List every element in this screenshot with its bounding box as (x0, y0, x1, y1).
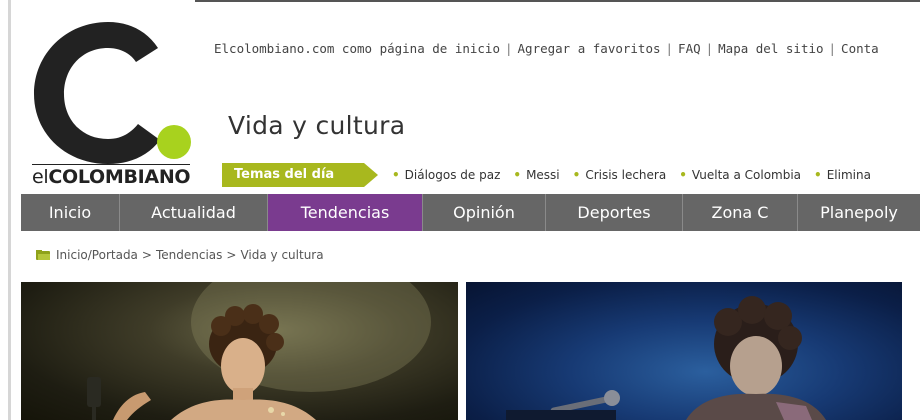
tema-label: Diálogos de paz (404, 168, 501, 182)
top-divider (195, 0, 920, 2)
temas-label: Temas del día (222, 163, 364, 187)
logo-word-thin: el (32, 166, 49, 188)
utility-links: Elcolombiano.com como página de inicio | A… (214, 40, 920, 58)
link-homepage[interactable]: Elcolombiano.com como página de inicio (214, 41, 500, 56)
tema-label: Elimina (826, 168, 871, 182)
breadcrumb-item-tendencias[interactable]: Tendencias (156, 248, 222, 262)
link-separator: | (665, 41, 674, 56)
breadcrumb-item-current: Vida y cultura (240, 248, 324, 262)
breadcrumb-item-home[interactable]: Inicio/Portada (56, 248, 138, 262)
link-separator: | (705, 41, 714, 56)
dancer-image-icon (87, 282, 431, 420)
folder-icon (36, 250, 50, 260)
tema-item[interactable]: • Diálogos de paz (392, 168, 500, 182)
tema-label: Messi (526, 168, 560, 182)
bullet-icon: • (814, 168, 822, 182)
temas-arrow-icon (364, 163, 378, 187)
tema-label: Vuelta a Colombia (691, 168, 802, 182)
link-faq[interactable]: FAQ (678, 41, 701, 56)
tema-item[interactable]: • Crisis lechera (573, 168, 667, 182)
nav-item-actualidad[interactable]: Actualidad (120, 194, 268, 231)
tema-item[interactable]: • Elimina (814, 168, 871, 182)
photo-singer[interactable] (466, 282, 902, 420)
bullet-icon: • (392, 168, 400, 182)
nav-item-deportes[interactable]: Deportes (546, 194, 683, 231)
photo-dancer[interactable] (21, 282, 458, 420)
nav-item-inicio[interactable]: Inicio (21, 194, 120, 231)
bullet-icon: • (572, 168, 581, 182)
left-border (8, 0, 11, 420)
bullet-icon: • (679, 168, 687, 182)
site-logo[interactable] (30, 18, 195, 188)
logo-wordmark[interactable]: elCOLOMBIANO (32, 166, 191, 188)
breadcrumb-separator: > (226, 248, 237, 262)
link-separator: | (828, 41, 837, 56)
link-separator: | (504, 41, 513, 56)
singer-image-icon (506, 296, 826, 420)
nav-item-zona-c[interactable]: Zona C (683, 194, 798, 231)
nav-item-tendencias[interactable]: Tendencias (268, 194, 423, 231)
nav-item-planepoly[interactable]: Planepoly (798, 194, 920, 231)
breadcrumb-separator: > (141, 248, 152, 262)
logo-word-bold: COLOMBIANO (48, 166, 191, 188)
logo-underline (32, 164, 190, 165)
main-nav: Inicio Actualidad Tendencias Opinión Dep… (21, 194, 920, 231)
section-title: Vida y cultura (228, 111, 406, 140)
tema-item[interactable]: • Messi (513, 168, 559, 182)
link-favorites[interactable]: Agregar a favoritos (518, 41, 661, 56)
link-sitemap[interactable]: Mapa del sitio (718, 41, 823, 56)
bullet-icon: • (513, 168, 522, 182)
breadcrumb: Inicio/Portada > Tendencias > Vida y cultura (36, 247, 324, 263)
nav-item-opinion[interactable]: Opinión (423, 194, 546, 231)
tema-label: Crisis lechera (585, 168, 667, 182)
link-contact[interactable]: Conta (841, 41, 879, 56)
tema-item[interactable]: • Vuelta a Colombia (679, 168, 801, 182)
logo-c-icon (34, 22, 191, 164)
temas-list: • Diálogos de paz • Messi • Crisis lechera • Vu… (392, 165, 920, 185)
